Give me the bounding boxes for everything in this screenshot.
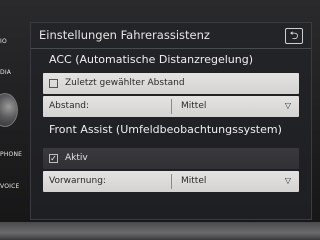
divider: [171, 99, 172, 114]
side-button-voice[interactable]: VOICE: [0, 182, 19, 192]
page-title: Einstellungen Fahrerassistenz: [39, 28, 210, 42]
front-assist-section-title: Front Assist (Umfeldbeobachtungssystem): [49, 123, 282, 136]
side-button-media[interactable]: DIA: [0, 68, 18, 78]
acc-distance-label: Abstand:: [49, 101, 90, 111]
acc-section-title: ACC (Automatische Distanzregelung): [49, 53, 253, 66]
front-assist-active-row[interactable]: ✓ Aktiv: [43, 148, 299, 169]
front-assist-active-label: Aktiv: [65, 153, 88, 163]
header-bar: Einstellungen Fahrerassistenz ⮌: [31, 23, 311, 49]
acc-last-distance-checkbox[interactable]: [49, 79, 58, 88]
front-assist-warning-dropdown[interactable]: Vorwarnung: Mittel ▽: [43, 171, 299, 192]
acc-distance-dropdown[interactable]: Abstand: Mittel ▽: [43, 96, 299, 117]
front-assist-warning-label: Vorwarnung:: [49, 176, 106, 186]
display-screen: Einstellungen Fahrerassistenz ⮌ ACC (Aut…: [30, 22, 312, 220]
lower-frame: [0, 222, 320, 240]
side-button-radio[interactable]: IO: [0, 37, 18, 47]
front-assist-warning-value: Mittel: [181, 176, 207, 186]
chevron-down-icon: ▽: [284, 101, 291, 110]
divider: [171, 174, 172, 189]
acc-distance-value: Mittel: [181, 101, 207, 111]
back-button[interactable]: ⮌: [285, 28, 303, 44]
back-arrow-icon: ⮌: [289, 29, 299, 42]
side-button-phone[interactable]: PHONE: [0, 150, 22, 160]
acc-last-distance-label: Zuletzt gewählter Abstand: [65, 78, 185, 88]
chevron-down-icon: ▽: [284, 176, 291, 185]
checkmark-icon: ✓: [50, 154, 57, 163]
front-assist-active-checkbox[interactable]: ✓: [49, 154, 58, 163]
acc-last-distance-row[interactable]: Zuletzt gewählter Abstand: [43, 73, 299, 94]
